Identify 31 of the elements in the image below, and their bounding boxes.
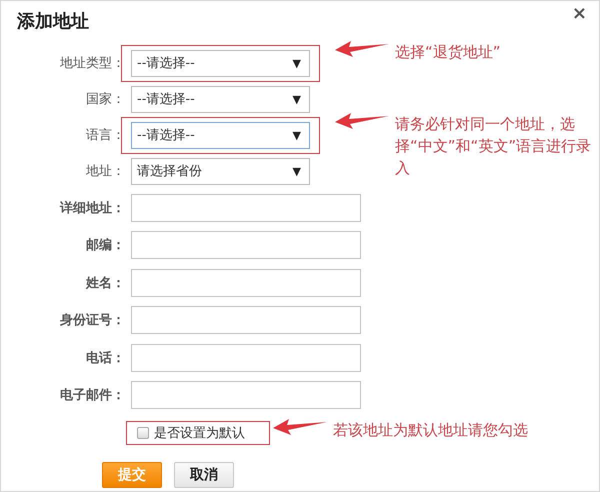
field-label: 电话：	[85, 350, 126, 367]
input-field[interactable]	[131, 306, 361, 334]
arrow-icon	[273, 419, 327, 435]
cancel-button[interactable]: 取消	[174, 462, 234, 488]
field-label: 身份证号：	[59, 312, 126, 330]
checkbox[interactable]	[137, 427, 149, 439]
input-field[interactable]	[131, 231, 361, 260]
field-label: 详细地址：	[58, 200, 126, 217]
dropdown[interactable]: --请选择-- ▼	[131, 86, 310, 112]
field-label: 语言：	[85, 127, 126, 144]
dropdown[interactable]: --请选择-- ▼	[131, 122, 310, 148]
field-label: 电子邮件：	[59, 387, 126, 404]
checkbox-label[interactable]: 是否设置为默认	[154, 424, 245, 442]
field-label: 地址类型：	[59, 55, 126, 72]
close-button[interactable]: ×	[570, 3, 589, 25]
field-label: 地址：	[85, 163, 126, 180]
field-label: 国家：	[85, 91, 126, 108]
arrow-icon	[335, 113, 389, 129]
annotation-text: 选择“退货地址”	[395, 42, 501, 63]
input-field[interactable]	[131, 344, 361, 372]
dropdown[interactable]: --请选择-- ▼	[131, 50, 310, 76]
dialog-title: 添加地址	[17, 10, 89, 33]
annotation-text: 若该地址为默认地址请您勾选	[333, 420, 528, 441]
dropdown[interactable]: 请选择省份 ▼	[131, 158, 310, 184]
input-field[interactable]	[131, 381, 361, 410]
annotation-text: 请务必针对同一个地址，选择“中文”和“英文”语言进行录入	[395, 114, 592, 179]
field-label: 姓名：	[84, 274, 126, 292]
input-field[interactable]	[131, 268, 361, 297]
input-field[interactable]	[131, 194, 361, 222]
arrow-icon	[335, 41, 389, 57]
field-label: 邮编：	[85, 236, 126, 254]
